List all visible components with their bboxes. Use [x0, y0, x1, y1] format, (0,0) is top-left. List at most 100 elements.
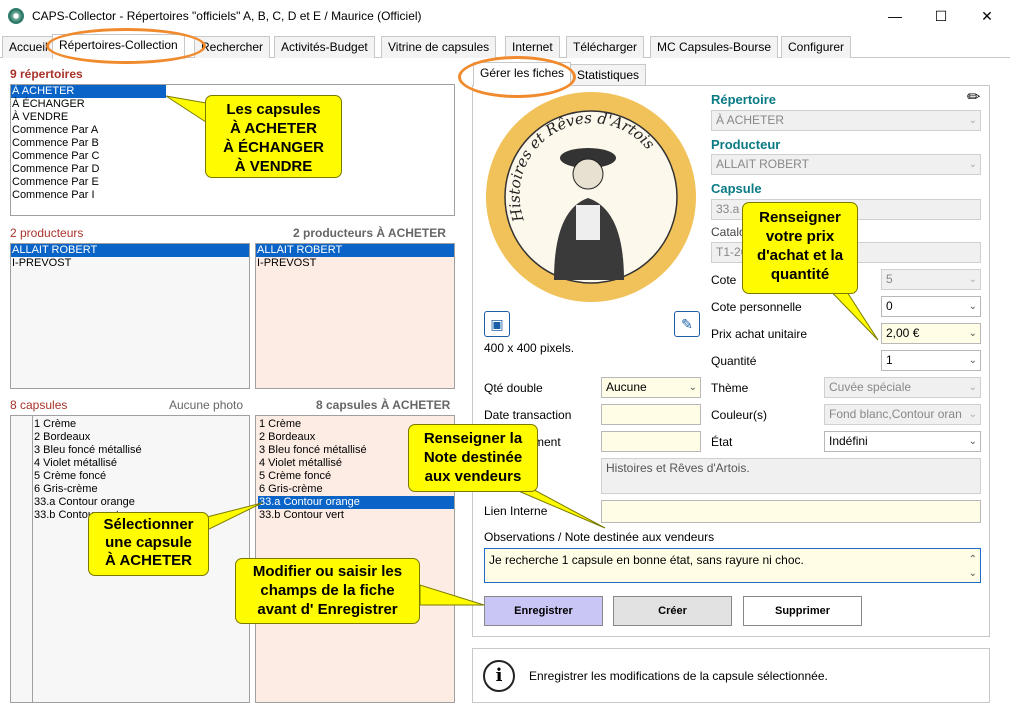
list-item[interactable]: 6 Gris-crème: [33, 483, 142, 496]
producteur-label: Producteur: [711, 137, 781, 152]
tab-telecharger[interactable]: Télécharger: [566, 36, 645, 58]
repertoire-value: À ACHETER: [716, 113, 785, 127]
list-item[interactable]: ALLAIT ROBERT: [256, 244, 454, 257]
chevron-down-icon: ⌄: [968, 274, 977, 285]
list-item[interactable]: 33.a Contour orange: [258, 496, 454, 509]
tab-accueil[interactable]: Accueil: [2, 36, 55, 58]
create-button[interactable]: Créer: [613, 596, 732, 626]
description-value: Histoires et Rêves d'Artois.: [606, 461, 750, 475]
tab-configurer[interactable]: Configurer: [781, 36, 852, 58]
callout-line: une capsule: [105, 534, 192, 551]
theme-value: Cuvée spéciale: [829, 380, 912, 394]
image-icon[interactable]: ▣: [484, 311, 510, 337]
lien-field[interactable]: [601, 500, 981, 523]
producteur-select[interactable]: ALLAIT ROBERT ⌄: [711, 154, 981, 175]
tab-vitrine-capsules[interactable]: Vitrine de capsules: [381, 36, 497, 58]
comment-label: ment: [534, 435, 561, 449]
chevron-down-icon: ⌄: [968, 115, 977, 126]
obs-textarea[interactable]: Je recherche 1 capsule en bonne état, sa…: [484, 548, 981, 583]
obs-value: Je recherche 1 capsule en bonne état, sa…: [489, 553, 804, 567]
capsule-image: Histoires et Rêves d'Artois: [484, 90, 699, 305]
list-item[interactable]: 1 Crème: [33, 418, 142, 431]
theme-label: Thème: [711, 381, 749, 395]
app-logo-icon: [8, 8, 24, 24]
callout-line: d'achat et la: [756, 247, 844, 264]
etat-select[interactable]: Indéfini ⌄: [824, 431, 981, 452]
close-button[interactable]: ✕: [964, 0, 1010, 32]
obs-label: Observations / Note destinée aux vendeur…: [484, 530, 715, 544]
producteurs-list[interactable]: ALLAIT ROBERT I-PREVOST: [10, 243, 250, 389]
no-photo-label: Aucune photo: [169, 398, 244, 412]
list-item[interactable]: I-PREVOST: [256, 257, 454, 270]
status-bar: i Enregistrer les modifications de la ca…: [472, 648, 990, 703]
list-item[interactable]: Commence Par I: [11, 189, 454, 202]
callout-line: avant d' Enregistrer: [257, 601, 398, 618]
chevron-down-icon: ⌄: [968, 382, 977, 393]
chevron-down-icon: ⌄: [968, 409, 977, 420]
theme-select[interactable]: Cuvée spéciale ⌄: [824, 377, 981, 398]
callout-line: Les capsules: [226, 101, 321, 118]
cote-value: 5: [886, 272, 893, 286]
list-item[interactable]: ALLAIT ROBERT: [11, 244, 249, 257]
edit-image-icon[interactable]: ✎: [674, 311, 700, 337]
callout-capsules: Les capsules À ACHETER À ÉCHANGER À VEND…: [205, 95, 342, 178]
tab-activites-budget[interactable]: Activités-Budget: [274, 36, 375, 58]
chevron-down-icon: ⌄: [968, 355, 977, 366]
callout-line: quantité: [770, 266, 830, 283]
tab-statistiques[interactable]: Statistiques: [570, 64, 647, 85]
chevron-down-icon: ⌄: [968, 301, 977, 312]
callout-note: Renseigner la Note destinée aux vendeurs: [408, 424, 538, 492]
callout-select: Sélectionner une capsule À ACHETER: [88, 512, 209, 576]
list-item[interactable]: 5 Crème foncé: [33, 470, 142, 483]
repertoire-select[interactable]: À ACHETER ⌄: [711, 110, 981, 131]
couleurs-value: Fond blanc,Contour oran: [829, 407, 962, 421]
scroll-down-icon[interactable]: ⌄: [969, 565, 977, 582]
chevron-down-icon: ⌄: [968, 328, 977, 339]
tab-repertoires-collection[interactable]: Répertoires-Collection: [52, 34, 185, 59]
list-item[interactable]: À ACHETER: [11, 85, 166, 98]
delete-button[interactable]: Supprimer: [743, 596, 862, 626]
producteur-value: ALLAIT ROBERT: [716, 157, 809, 171]
cote-select[interactable]: 5 ⌄: [881, 269, 981, 290]
minimize-button[interactable]: —: [872, 0, 918, 32]
callout-line: Renseigner: [759, 209, 841, 226]
save-button[interactable]: Enregistrer: [484, 596, 603, 626]
producteurs-list-right[interactable]: ALLAIT ROBERT I-PREVOST: [255, 243, 455, 389]
capsule-label: Capsule: [711, 181, 762, 196]
quantite-label: Quantité: [711, 354, 757, 368]
callout-line: À ÉCHANGER: [223, 139, 324, 156]
list-item[interactable]: 4 Violet métallisé: [33, 457, 142, 470]
callout-prix: Renseigner votre prix d'achat et la quan…: [742, 202, 858, 294]
prix-value: 2,00 €: [886, 326, 920, 340]
repertoires-header: 9 répertoires: [10, 67, 83, 81]
list-item[interactable]: 33.b Contour vert: [258, 509, 454, 522]
list-item[interactable]: I-PREVOST: [11, 257, 249, 270]
qte-double-select[interactable]: Aucune ⌄: [601, 377, 701, 398]
tab-gerer-fiches[interactable]: Gérer les fiches: [473, 62, 572, 86]
date-label: Date transaction: [484, 408, 572, 422]
comment-field[interactable]: [601, 431, 701, 452]
list-item[interactable]: 33.a Contour orange: [33, 496, 142, 509]
pencil-icon[interactable]: ✏: [967, 87, 980, 107]
list-item[interactable]: 3 Bleu foncé métallisé: [33, 444, 142, 457]
description-field[interactable]: Histoires et Rêves d'Artois.: [601, 458, 981, 494]
prix-select[interactable]: 2,00 € ⌄: [881, 323, 981, 344]
chevron-down-icon: ⌄: [968, 436, 977, 447]
couleurs-select[interactable]: Fond blanc,Contour oran ⌄: [824, 404, 981, 425]
callout-modify: Modifier ou saisir les champs de la fich…: [235, 558, 420, 624]
capsules-header-right: 8 capsules À ACHETER: [316, 398, 451, 412]
producteurs-header-right: 2 producteurs À ACHETER: [293, 226, 446, 240]
tab-mc-capsules-bourse[interactable]: MC Capsules-Bourse: [650, 36, 779, 58]
list-item[interactable]: 2 Bordeaux: [33, 431, 142, 444]
date-field[interactable]: [601, 404, 701, 425]
tab-rechercher[interactable]: Rechercher: [194, 36, 271, 58]
list-divider: [25, 416, 33, 702]
etat-value: Indéfini: [829, 434, 868, 448]
couleurs-label: Couleur(s): [711, 408, 768, 422]
quantite-select[interactable]: 1 ⌄: [881, 350, 981, 371]
tab-internet[interactable]: Internet: [505, 36, 560, 58]
maximize-button[interactable]: ☐: [918, 0, 964, 32]
cote-perso-select[interactable]: 0 ⌄: [881, 296, 981, 317]
callout-line: Sélectionner: [103, 516, 194, 533]
etat-label: État: [711, 435, 733, 449]
